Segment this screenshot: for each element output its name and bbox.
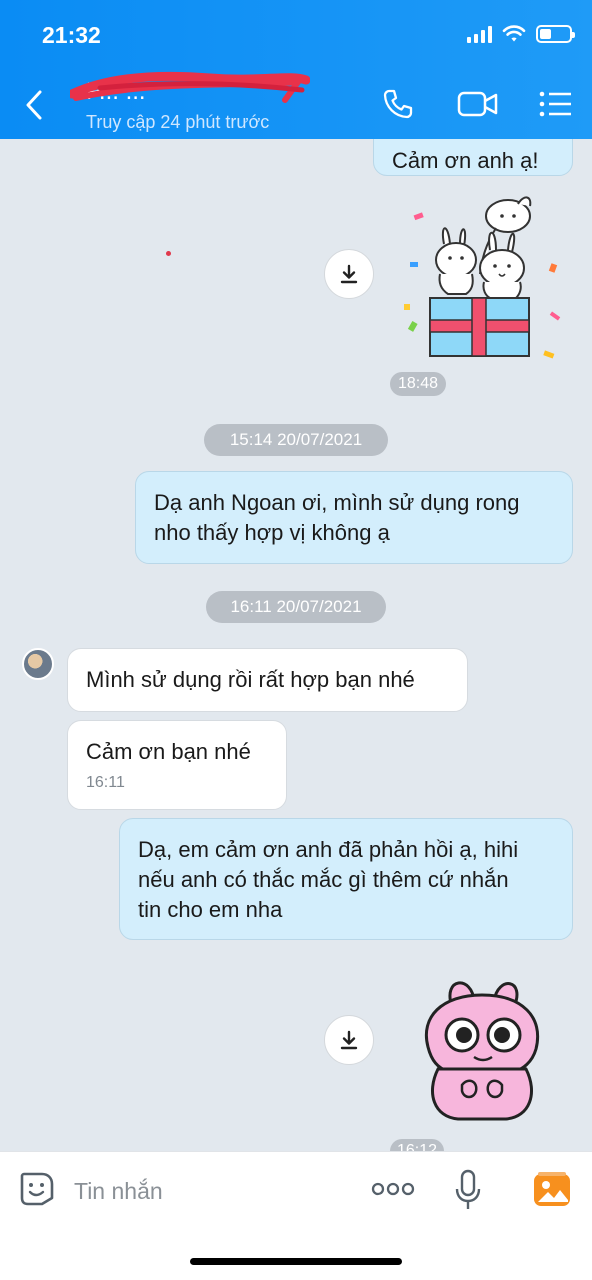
contact-last-seen: Truy cập 24 phút trước (86, 112, 270, 132)
battery-icon (536, 25, 575, 43)
contact-avatar[interactable] (22, 648, 54, 680)
call-button[interactable] (378, 86, 418, 122)
redaction-scribble (70, 71, 310, 103)
message-text-line: Dạ, em cảm ơn anh đã phản hồi ạ, hihi (138, 837, 519, 862)
list-menu-icon (539, 91, 571, 117)
image-gallery-icon (534, 1172, 570, 1206)
message-text: Cảm ơn anh ạ! (392, 148, 539, 173)
more-dots-icon (371, 1182, 415, 1196)
message-text: Cảm ơn bạn nhé (86, 739, 251, 764)
message-text-line: tin cho em nha (138, 897, 283, 922)
message-bubble-out[interactable]: Dạ, em cảm ơn anh đã phản hồi ạ, hihi nế… (119, 818, 573, 940)
message-bubble-in[interactable]: Mình sử dụng rồi rất hợp bạn nhé (67, 648, 468, 712)
message-text: Mình sử dụng rồi rất hợp bạn nhé (86, 667, 415, 692)
wifi-icon (502, 25, 526, 42)
message-bubble-out[interactable]: Dạ anh Ngoan ơi, mình sử dụng rong nho t… (135, 471, 573, 564)
date-separator: 15:14 20/07/2021 (204, 424, 388, 456)
back-button[interactable] (18, 86, 50, 124)
more-options-button[interactable] (370, 1174, 416, 1204)
status-icons (467, 25, 575, 43)
status-time: 21:32 (42, 22, 101, 48)
phone-icon (383, 89, 413, 119)
pink-bunny-sticker[interactable] (412, 977, 552, 1125)
gallery-button[interactable] (532, 1170, 572, 1208)
message-bubble-in[interactable]: Cảm ơn bạn nhé 16:11 (67, 720, 287, 810)
sticker-time: 16:12 (390, 1139, 444, 1151)
message-text-line: nếu anh có thắc mắc gì thêm cứ nhắn (138, 867, 509, 892)
sticker-face-icon (20, 1172, 54, 1206)
download-sticker-button[interactable] (324, 249, 374, 299)
video-camera-icon (457, 91, 498, 117)
download-icon (340, 1030, 358, 1050)
voice-message-button[interactable] (452, 1168, 484, 1212)
home-area (0, 1231, 592, 1280)
download-icon (340, 264, 358, 284)
message-time: 16:11 (86, 774, 125, 791)
home-indicator[interactable] (190, 1258, 402, 1265)
sticker-time: 18:48 (390, 372, 446, 396)
message-input-bar: Tin nhắn (0, 1151, 592, 1231)
message-text-line: nho thấy hợp vị không ạ (154, 520, 390, 545)
sticker-button[interactable] (18, 1170, 56, 1208)
date-separator: 16:11 20/07/2021 (206, 591, 386, 623)
chevron-left-icon (26, 90, 42, 120)
chat-header: 21:32 P... ... Truy cập 24 phút trước (0, 0, 592, 139)
video-call-button[interactable] (456, 86, 500, 122)
download-sticker-button[interactable] (324, 1015, 374, 1065)
chat-options-button[interactable] (536, 86, 576, 122)
chat-messages[interactable]: Cảm ơn anh ạ! 18:48 15:14 20/07/2021 Dạ … (0, 139, 592, 1151)
message-bubble-out[interactable]: Cảm ơn anh ạ! (373, 139, 573, 176)
message-input[interactable]: Tin nhắn (74, 1178, 163, 1205)
microphone-icon (455, 1169, 481, 1209)
red-dot-mark (166, 251, 171, 256)
cellular-signal-icon (467, 25, 492, 43)
bunnies-gift-box-sticker[interactable] (400, 194, 565, 364)
message-text-line: Dạ anh Ngoan ơi, mình sử dụng rong (154, 490, 520, 515)
